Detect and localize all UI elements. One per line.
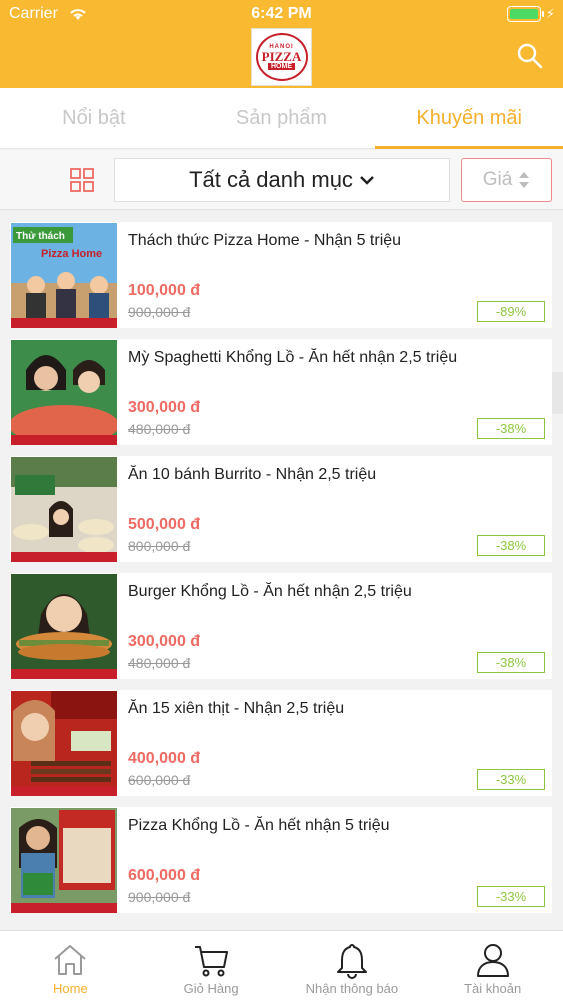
- pizza-home-logo[interactable]: HANOI PIZZA HOME: [251, 28, 312, 86]
- product-name: Burger Khổng Lồ - Ăn hết nhận 2,5 triệu: [128, 583, 412, 600]
- product-name: Mỳ Spaghetti Khổng Lồ - Ăn hết nhận 2,5 …: [128, 349, 458, 366]
- svg-text:Thử thách: Thử thách: [16, 231, 65, 242]
- nav-account-label: Tài khoản: [464, 981, 522, 996]
- grid-view-button[interactable]: [61, 159, 103, 201]
- product-price: 500,000 đ: [128, 516, 201, 533]
- product-card[interactable]: Ăn 15 xiên thịt - Nhận 2,5 triệu 400,000…: [10, 690, 552, 796]
- product-old-price: 600,000 đ: [128, 772, 191, 788]
- nav-cart[interactable]: Giỏ Hàng: [141, 931, 282, 1000]
- discount-badge: -33%: [477, 886, 545, 907]
- price-sort-label: Giá: [482, 169, 513, 190]
- product-price: 100,000 đ: [128, 282, 201, 299]
- nav-notifications[interactable]: Nhận thông báo: [282, 931, 423, 1000]
- product-price: 600,000 đ: [128, 867, 201, 884]
- product-image: [11, 691, 117, 796]
- product-image: [11, 340, 117, 445]
- product-old-price: 900,000 đ: [128, 304, 191, 320]
- bottom-nav: Home Giỏ Hàng Nhận thông báo Tài khoản: [0, 930, 563, 1000]
- app-header: Carrier 6:42 PM ⚡ HANOI PIZZA HOME: [0, 0, 563, 88]
- discount-badge: -38%: [477, 535, 545, 556]
- discount-badge: -38%: [477, 652, 545, 673]
- nav-cart-label: Giỏ Hàng: [183, 981, 239, 996]
- product-card[interactable]: Pizza Khổng Lồ - Ăn hết nhận 5 triệu 600…: [10, 807, 552, 913]
- product-image: Thử thách Pizza Home: [11, 223, 117, 328]
- tab-promotions[interactable]: Khuyến mãi: [375, 88, 563, 149]
- product-price: 300,000 đ: [128, 399, 201, 416]
- product-price: 400,000 đ: [128, 750, 201, 767]
- category-dropdown[interactable]: Tất cả danh mục: [114, 158, 450, 202]
- product-card[interactable]: Burger Khổng Lồ - Ăn hết nhận 2,5 triệu …: [10, 573, 552, 679]
- discount-badge: -89%: [477, 301, 545, 322]
- product-old-price: 900,000 đ: [128, 889, 191, 905]
- price-sort-button[interactable]: Giá: [461, 158, 552, 202]
- search-icon[interactable]: [516, 42, 544, 70]
- nav-notifications-label: Nhận thông báo: [305, 981, 399, 996]
- product-old-price: 480,000 đ: [128, 421, 191, 437]
- cart-icon: [195, 946, 229, 977]
- status-time: 6:42 PM: [251, 5, 312, 22]
- product-image: [11, 457, 117, 562]
- battery-icon: [507, 6, 544, 22]
- product-name: Thách thức Pizza Home - Nhận 5 triệu: [128, 232, 402, 249]
- product-name: Ăn 10 bánh Burrito - Nhận 2,5 triệu: [128, 466, 377, 483]
- svg-text:Pizza Home: Pizza Home: [41, 248, 102, 260]
- bell-icon: [336, 944, 367, 979]
- user-icon: [476, 944, 509, 977]
- sort-arrows-icon: [519, 172, 530, 188]
- product-card[interactable]: Mỳ Spaghetti Khổng Lồ - Ăn hết nhận 2,5 …: [10, 339, 552, 445]
- discount-badge: -33%: [477, 769, 545, 790]
- nav-account[interactable]: Tài khoản: [422, 931, 563, 1000]
- tab-featured[interactable]: Nổi bật: [0, 88, 188, 148]
- product-card[interactable]: Thử thách Pizza Home Thách thức Pizza Ho…: [10, 222, 552, 328]
- tab-bar: Nổi bật Sản phẩm Khuyến mãi: [0, 88, 563, 149]
- tab-products[interactable]: Sản phẩm: [188, 88, 376, 148]
- product-old-price: 800,000 đ: [128, 538, 191, 554]
- status-bar: Carrier 6:42 PM ⚡: [0, 0, 563, 30]
- product-card[interactable]: Ăn 10 bánh Burrito - Nhận 2,5 triệu 500,…: [10, 456, 552, 562]
- charging-icon: ⚡: [545, 6, 555, 21]
- product-image: [11, 808, 117, 913]
- nav-home-label: Home: [53, 981, 88, 996]
- home-icon: [54, 945, 87, 975]
- grid-view-icon: [70, 168, 94, 192]
- filter-bar: Tất cả danh mục Giá: [0, 150, 563, 414]
- discount-badge: -38%: [477, 418, 545, 439]
- product-price: 300,000 đ: [128, 633, 201, 650]
- category-label: Tất cả danh mục: [189, 167, 353, 192]
- product-name: Pizza Khổng Lồ - Ăn hết nhận 5 triệu: [128, 817, 390, 834]
- product-name: Ăn 15 xiên thịt - Nhận 2,5 triệu: [128, 700, 345, 717]
- chevron-down-icon: [360, 176, 374, 185]
- product-old-price: 480,000 đ: [128, 655, 191, 671]
- nav-home[interactable]: Home: [0, 931, 141, 1000]
- product-image: [11, 574, 117, 679]
